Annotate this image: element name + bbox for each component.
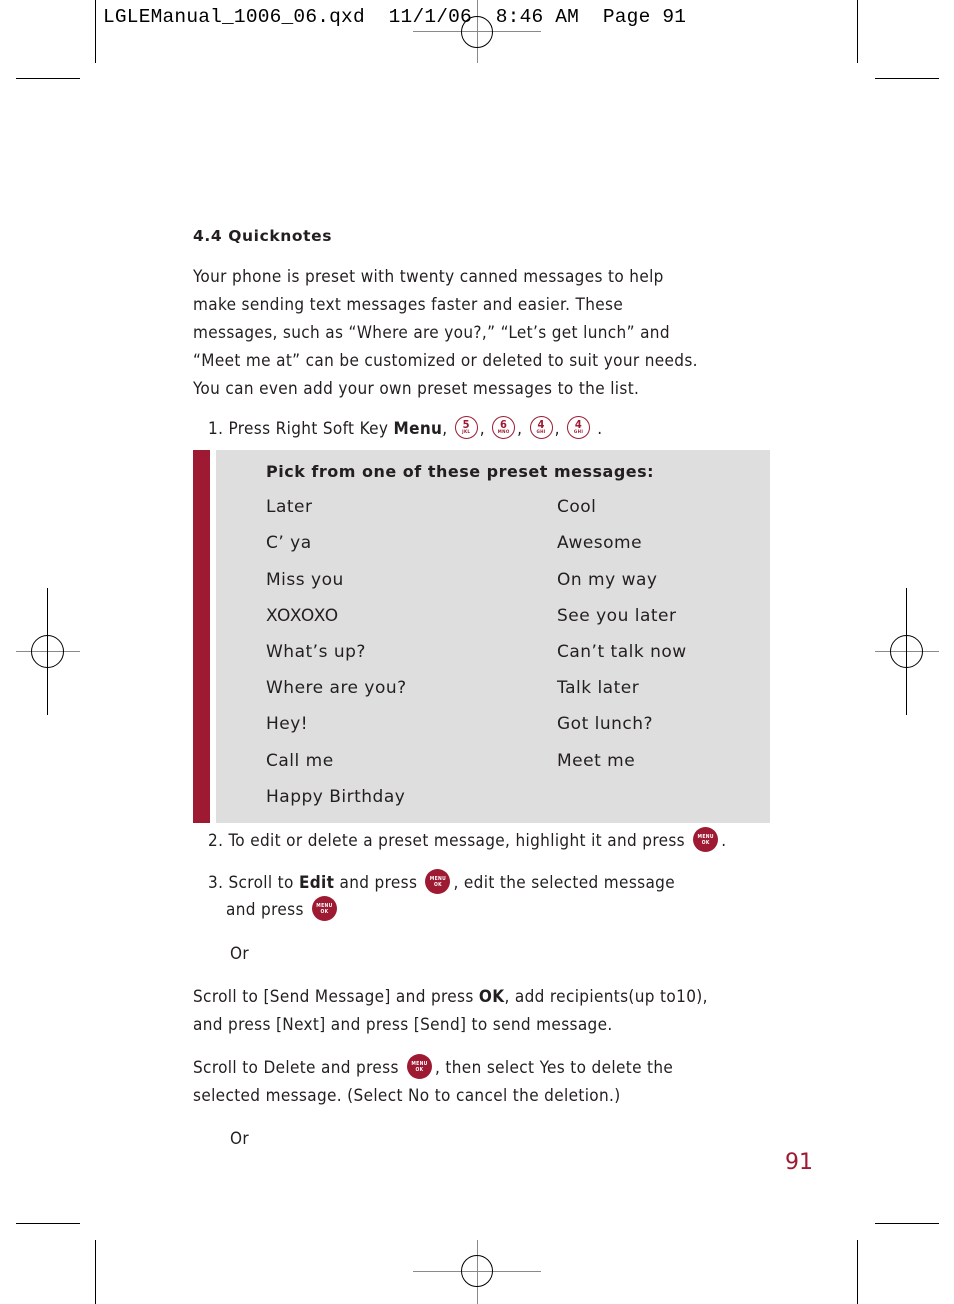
list-item: XOXOXO xyxy=(266,606,339,626)
list-item: What’s up? xyxy=(266,642,366,662)
list-item: See you later xyxy=(557,606,677,626)
list-item: On my way xyxy=(557,570,658,590)
intro-line: make sending text messages faster and ea… xyxy=(193,295,624,315)
intro-paragraph: Your phone is preset with twenty canned … xyxy=(193,263,698,403)
list-item: Talk later xyxy=(557,678,640,698)
intro-line: Your phone is preset with twenty canned … xyxy=(193,267,664,287)
accent-bar xyxy=(193,450,210,823)
crop-mark xyxy=(95,1240,96,1304)
send-paragraph: Scroll to [Send Message] and press OK, a… xyxy=(193,987,708,1035)
intro-line: “Meet me at” can be customized or delete… xyxy=(193,351,698,371)
intro-line: messages, such as “Where are you?,” “Let… xyxy=(193,323,670,343)
key-6-icon: 6 MNO xyxy=(492,415,516,439)
list-item: Cool xyxy=(557,497,597,517)
crop-mark xyxy=(95,0,96,63)
crop-mark xyxy=(16,78,80,79)
preset-box-title: Pick from one of these preset messages: xyxy=(266,462,655,481)
menu-ok-key-icon: MENU OK xyxy=(311,895,337,921)
step-1: 1. Press Right Soft Key Menu, 5 JKL, 6 MNO… xyxy=(208,415,603,439)
list-item: Later xyxy=(266,497,313,517)
menu-label: Menu xyxy=(393,419,443,439)
edit-label: Edit xyxy=(298,873,335,893)
list-item: Can’t talk now xyxy=(557,642,687,662)
list-item: Miss you xyxy=(266,570,344,590)
intro-line: You can even add your own preset message… xyxy=(193,379,640,399)
or-label: Or xyxy=(230,1129,250,1149)
key-4-icon: 4 GHI xyxy=(529,415,553,439)
menu-ok-key-icon: MENU OK xyxy=(693,826,719,852)
section-heading: 4.4 Quicknotes xyxy=(193,227,333,245)
list-item: Hey! xyxy=(266,714,309,734)
crop-mark xyxy=(857,0,858,63)
list-item: Awesome xyxy=(557,533,643,553)
step-2: 2. To edit or delete a preset message, h… xyxy=(208,826,726,855)
or-label: Or xyxy=(230,944,250,964)
ok-label: OK xyxy=(478,987,505,1007)
crop-mark xyxy=(16,1223,80,1224)
delete-paragraph: Scroll to Delete and press MENU OK, then … xyxy=(193,1053,673,1110)
list-item: Meet me xyxy=(557,751,636,771)
key-4-icon: 4 GHI xyxy=(567,415,591,439)
crop-mark xyxy=(875,1223,939,1224)
list-item: C’ ya xyxy=(266,533,312,553)
crop-mark xyxy=(875,78,939,79)
list-item: Got lunch? xyxy=(557,714,654,734)
step-3: 3. Scroll to Edit and press MENU OK, edit… xyxy=(208,868,675,924)
print-slug: LGLEManual_1006_06.qxd 11/1/06 8:46 AM P… xyxy=(103,6,687,28)
list-item: Call me xyxy=(266,751,334,771)
key-5-icon: 5 JKL xyxy=(454,415,478,439)
menu-ok-key-icon: MENU OK xyxy=(425,868,451,894)
list-item: Happy Birthday xyxy=(266,787,406,807)
page-number: 91 xyxy=(785,1150,813,1175)
crop-mark xyxy=(857,1240,858,1304)
list-item: Where are you? xyxy=(266,678,407,698)
menu-ok-key-icon: MENU OK xyxy=(407,1053,432,1079)
